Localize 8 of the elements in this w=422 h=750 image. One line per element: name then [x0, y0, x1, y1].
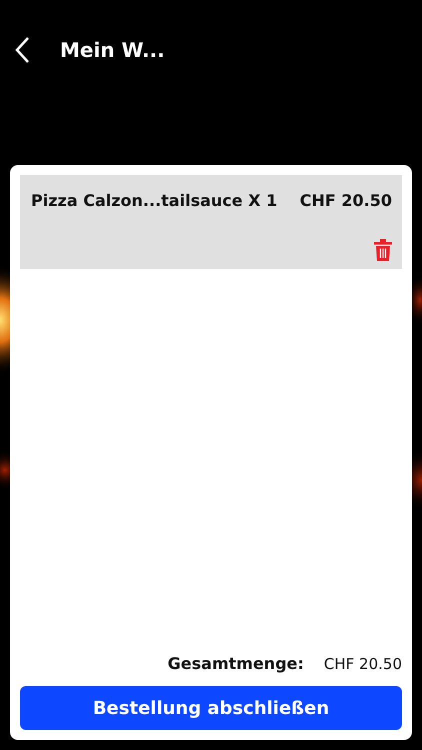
page-title: Mein W...	[60, 37, 165, 64]
item-name: Pizza Calzon...tailsauce X 1	[31, 190, 278, 212]
delete-icon[interactable]	[374, 239, 392, 261]
total-label: Gesamtmenge:	[168, 653, 304, 675]
back-icon[interactable]	[14, 36, 30, 64]
checkout-button[interactable]: Bestellung abschließen	[20, 686, 402, 730]
item-price: CHF 20.50	[300, 190, 392, 212]
total-amount: CHF 20.50	[324, 654, 402, 675]
